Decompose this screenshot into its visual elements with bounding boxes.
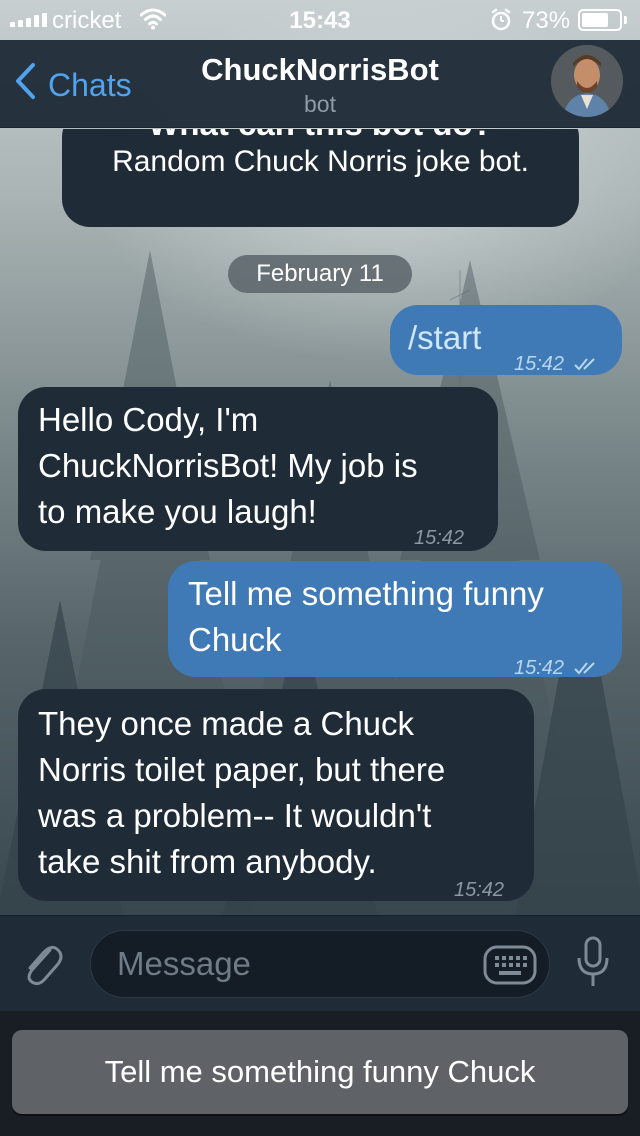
outgoing-message[interactable]: /start 15:42 [390,305,622,375]
battery-icon [578,9,622,31]
message-list[interactable]: What can this bot do? Random Chuck Norri… [0,129,640,915]
attach-icon[interactable] [20,940,64,993]
incoming-message[interactable]: Hello Cody, I'm ChuckNorrisBot! My job i… [18,387,498,551]
chat-subtitle: bot [304,91,336,117]
message-input[interactable]: Message [90,930,550,998]
message-time-text: 15:42 [514,353,565,375]
message-line: Norris toilet paper, but there [38,751,446,788]
message-line: Chuck [188,621,282,658]
status-bar: cricket 15:43 73% [0,0,640,40]
message-line: take shit from anybody. [38,843,377,880]
message-line: Hello Cody, I'm [38,401,259,438]
avatar[interactable] [551,45,623,117]
message-time: 15:42 [414,527,465,549]
alarm-icon [490,8,512,39]
chat-header: Chats ChuckNorrisBot bot [0,40,640,128]
compose-bar: Message [0,915,640,1011]
battery-percent: 73% [522,7,571,34]
battery-tip [624,16,627,24]
message-line: Tell me something funny [188,575,544,612]
reply-keyboard-button[interactable]: Tell me something funny Chuck [12,1030,628,1114]
message-input-placeholder: Message [117,945,251,982]
bot-reply-keyboard: Tell me something funny Chuck [0,1011,640,1136]
bot-info-heading: What can this bot do? [62,129,579,143]
message-text[interactable]: /start [408,315,481,361]
double-check-icon [573,342,600,388]
chat-title[interactable]: ChuckNorrisBot [0,52,640,88]
double-check-icon [573,646,600,692]
message-line: They once made a Chuck [38,705,415,742]
message-line: ChuckNorrisBot! My job is [38,447,418,484]
message-time: 15:42 [514,645,600,692]
message-line: was a problem-- It wouldn't [38,797,432,834]
message-time: 15:42 [454,879,505,901]
message-time: 15:42 [514,341,600,388]
keyboard-icon[interactable] [483,945,537,990]
bot-info-card: What can this bot do? Random Chuck Norri… [62,129,579,227]
mic-icon[interactable] [576,936,610,995]
date-separator: February 11 [228,255,412,293]
incoming-message[interactable]: They once made a Chuck Norris toilet pap… [18,689,534,901]
outgoing-message[interactable]: Tell me something funny Chuck 15:42 [168,561,622,679]
bot-info-description: Random Chuck Norris joke bot. [112,145,529,178]
message-time-text: 15:42 [514,657,565,679]
message-line: to make you laugh! [38,493,317,530]
